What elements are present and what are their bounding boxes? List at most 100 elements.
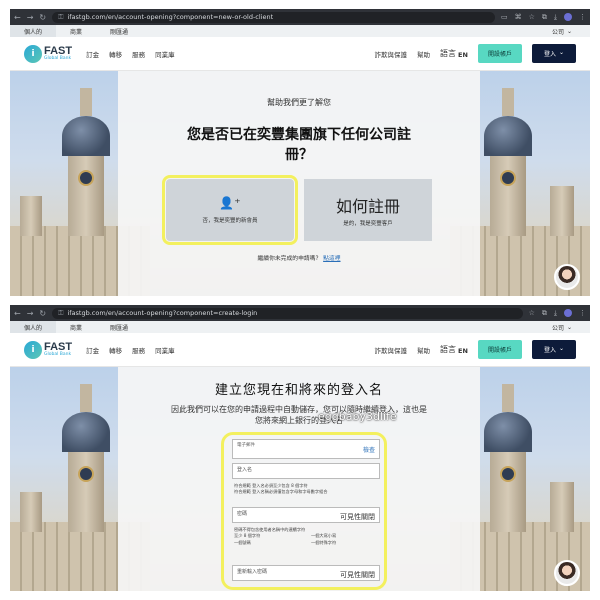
add-user-icon: 👤⁺ — [219, 196, 241, 211]
site-info-icon[interactable]: ⚿ — [58, 13, 63, 22]
logo-subtitle: Global Bank — [44, 55, 72, 61]
logo-mark: i — [24, 340, 42, 359]
forward-icon[interactable]: → — [27, 309, 34, 318]
language-label: 語言 — [440, 49, 457, 58]
browser-menu-icon[interactable]: ⋮ — [579, 309, 586, 318]
username-rule: 符合規範 登入名稱必須僅包含字母和字母數字組合 — [234, 489, 328, 495]
open-account-button[interactable]: 開設帳戶 — [477, 340, 522, 359]
password-rules: 密碼不得包含使用者名稱中的連續字符 至少 8 個字符 一個大寫小寫 一個號碼 一… — [234, 527, 382, 546]
nav-transfer[interactable]: 轉移 — [109, 345, 122, 355]
how-to-register-label: 如何註冊 — [335, 197, 400, 217]
download-icon[interactable]: ⤓ — [554, 13, 557, 22]
nav-help[interactable]: 幫助 — [417, 345, 430, 355]
username-input[interactable]: 登入名 — [232, 463, 380, 479]
browser-menu-icon[interactable]: ⋮ — [579, 13, 586, 22]
confirm-password-placeholder: 重新輸入密碼 — [237, 569, 268, 575]
nav-fraud-protection[interactable]: 詐欺與保護 — [375, 345, 408, 355]
language-selector[interactable]: 語言 EN — [440, 48, 468, 59]
confirm-visibility-toggle[interactable]: 可見性關閉 — [340, 570, 375, 580]
watermark-text: eggbaby3dlife — [318, 410, 397, 423]
new-member-card[interactable]: 👤⁺ 否，我是奕豐的新會員 — [162, 175, 298, 246]
bookmark-star-icon[interactable]: ☆ — [529, 309, 535, 318]
nav-transfer[interactable]: 轉移 — [109, 49, 122, 59]
ifast-logo[interactable]: i FAST Global Bank — [24, 340, 72, 359]
chat-assistant-avatar[interactable] — [554, 560, 580, 586]
confirm-password-input[interactable]: 重新輸入密碼 可見性關閉 — [232, 565, 380, 581]
extensions-icon[interactable]: ⧉ — [542, 13, 547, 22]
segment-bar: 個人的 商業 剛匯通 公司 ⌄ — [10, 321, 590, 333]
browser-toolbar: ← → ↻ ⚿ ifastgb.com/en/account-opening?c… — [10, 9, 590, 25]
main-nav: 訂金 轉移 服務 同業庫 — [86, 345, 175, 355]
password-visibility-toggle[interactable]: 可見性關閉 — [340, 512, 375, 522]
nav-peers[interactable]: 同業庫 — [155, 345, 175, 355]
login-button[interactable]: 登入 ⌄ — [531, 340, 576, 359]
existing-client-card[interactable]: 如何註冊 是的，我是奕豐客戶 — [304, 179, 432, 242]
nav-help[interactable]: 幫助 — [417, 49, 430, 59]
resume-link[interactable]: 點這裡 — [323, 256, 340, 262]
site-info-icon[interactable]: ⚿ — [58, 309, 63, 318]
email-field[interactable]: 電子郵件 檢查 — [232, 439, 380, 459]
password-input[interactable]: 密碼 可見性關閉 — [232, 507, 380, 523]
nav-deposit[interactable]: 訂金 — [86, 49, 99, 59]
screen-cast-icon[interactable]: ▭ — [501, 13, 508, 22]
url-text: ifastgb.com/en/account-opening?component… — [67, 13, 274, 21]
hero-background: 建立您現在和將來的登入名 因此我們可以在您的申請過程中自動儲存，您可以隨時繼續登… — [10, 367, 590, 591]
main-nav: 訂金 轉移 服務 同業庫 — [86, 49, 175, 59]
login-label: 登入 — [543, 51, 556, 58]
extensions-icon[interactable]: ⧉ — [542, 309, 547, 318]
logo-subtitle: Global Bank — [44, 351, 72, 357]
browser-toolbar: ← → ↻ ⚿ ifastgb.com/en/account-opening?c… — [10, 305, 590, 321]
create-login-panel: 建立您現在和將來的登入名 因此我們可以在您的申請過程中自動儲存，您可以隨時繼續登… — [118, 367, 480, 591]
client-type-panel: 幫助我們更了解您 您是否已在奕豐集團旗下任何公司註冊？ 👤⁺ 否，我是奕豐的新會… — [118, 71, 480, 296]
company-label: 公司 — [551, 324, 564, 332]
address-bar[interactable]: ⚿ ifastgb.com/en/account-opening?compone… — [52, 307, 523, 319]
company-dropdown[interactable]: 公司 ⌄ — [552, 25, 590, 37]
password-rule: 一個特殊字符 — [311, 539, 337, 545]
existing-client-label: 是的，我是奕豐客戶 — [343, 221, 393, 228]
download-icon[interactable]: ⤓ — [554, 309, 557, 318]
nav-services[interactable]: 服務 — [132, 345, 145, 355]
logo-mark: i — [24, 44, 42, 63]
back-icon[interactable]: ← — [14, 309, 21, 318]
email-label: 電子郵件 — [237, 443, 255, 448]
translate-icon[interactable]: ⌘ — [515, 13, 522, 22]
login-label: 登入 — [543, 347, 556, 354]
username-placeholder: 登入名 — [237, 467, 253, 473]
reload-icon[interactable]: ↻ — [39, 309, 46, 318]
open-account-button[interactable]: 開設帳戶 — [477, 44, 522, 63]
segment-tab-remit[interactable]: 剛匯通 — [96, 321, 142, 333]
nav-fraud-protection[interactable]: 詐欺與保護 — [375, 49, 408, 59]
password-rule: 一個號碼 — [234, 539, 251, 545]
nav-services[interactable]: 服務 — [132, 49, 145, 59]
segment-tab-personal[interactable]: 個人的 — [10, 25, 57, 37]
chevron-down-icon: ⌄ — [558, 345, 564, 352]
company-dropdown[interactable]: 公司 ⌄ — [552, 321, 590, 333]
segment-tab-remit[interactable]: 剛匯通 — [96, 25, 142, 37]
nav-deposit[interactable]: 訂金 — [86, 345, 99, 355]
panel-title: 建立您現在和將來的登入名 — [214, 383, 383, 398]
address-bar[interactable]: ⚿ ifastgb.com/en/account-opening?compone… — [52, 11, 495, 23]
reload-icon[interactable]: ↻ — [39, 13, 46, 22]
resume-application: 繼續你未完成的申請嗎？ 點這裡 — [118, 253, 480, 262]
login-button[interactable]: 登入 ⌄ — [531, 44, 576, 63]
chevron-down-icon: ⌄ — [558, 49, 564, 56]
back-icon[interactable]: ← — [14, 13, 21, 22]
segment-tab-business[interactable]: 商業 — [56, 25, 96, 37]
segment-tab-business[interactable]: 商業 — [56, 321, 96, 333]
site-header: i FAST Global Bank 訂金 轉移 服務 同業庫 詐欺與保護 幫助… — [10, 333, 590, 367]
segment-tab-personal[interactable]: 個人的 — [10, 321, 57, 333]
ifast-logo[interactable]: i FAST Global Bank — [24, 44, 72, 63]
screenshot-create-login: ← → ↻ ⚿ ifastgb.com/en/account-opening?c… — [10, 305, 590, 591]
nav-peers[interactable]: 同業庫 — [155, 49, 175, 59]
chevron-down-icon: ⌄ — [566, 27, 572, 35]
email-check-button[interactable]: 檢查 — [363, 445, 375, 454]
language-selector[interactable]: 語言 EN — [440, 344, 468, 355]
panel-title: 您是否已在奕豐集團旗下任何公司註冊？ — [187, 127, 411, 163]
profile-avatar[interactable] — [564, 308, 572, 317]
forward-icon[interactable]: → — [27, 13, 34, 22]
profile-avatar[interactable] — [564, 12, 572, 21]
chat-assistant-avatar[interactable] — [554, 264, 580, 290]
resume-text: 繼續你未完成的申請嗎？ — [257, 256, 322, 263]
bookmark-star-icon[interactable]: ☆ — [529, 13, 535, 22]
panel-eyebrow: 幫助我們更了解您 — [267, 98, 331, 107]
